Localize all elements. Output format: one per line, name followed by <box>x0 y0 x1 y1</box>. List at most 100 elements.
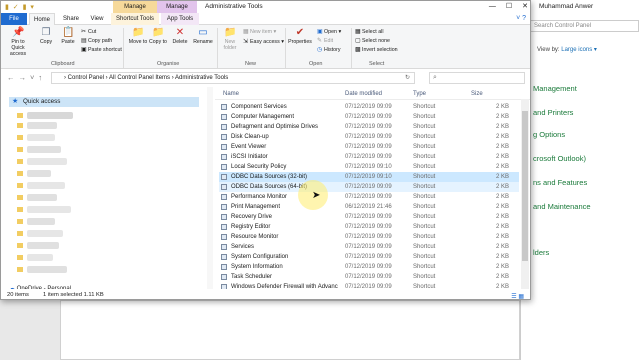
forward-icon[interactable]: → <box>19 73 31 82</box>
open-button[interactable]: ▣Open ▾ <box>317 29 341 36</box>
sidebar-item-redacted[interactable] <box>27 218 55 225</box>
select-none-button[interactable]: ▢Select none <box>355 38 390 45</box>
tab-share[interactable]: Share <box>59 13 83 25</box>
cp-link[interactable]: crosoft Outlook) <box>533 154 586 163</box>
paste-button[interactable]: 📋 Paste <box>57 27 79 46</box>
table-row[interactable]: Registry Editor 07/12/2019 09:09 Shortcut 2… <box>219 222 519 232</box>
quick-access-toolbar-icons[interactable]: ▮ ✓ ▮ ▾ <box>5 3 35 11</box>
view-toggle-icons[interactable]: ☰ ▦ <box>511 291 524 299</box>
table-row[interactable]: Recovery Drive 07/12/2019 09:09 Shortcut 2 … <box>219 212 519 222</box>
tab-app-tools[interactable]: App Tools <box>161 13 199 25</box>
search-input[interactable]: ⌕ <box>429 72 525 84</box>
shortcut-file-icon <box>221 184 227 190</box>
tab-file[interactable]: File <box>1 13 27 25</box>
sidebar-item-redacted[interactable] <box>27 146 61 153</box>
table-row[interactable]: Local Security Policy 07/12/2019 09:10 Sho… <box>219 162 519 172</box>
new-item-button[interactable]: ▦New item ▾ <box>243 29 276 36</box>
table-row[interactable]: Resource Monitor 07/12/2019 09:09 Shortcut… <box>219 232 519 242</box>
copy-to-button[interactable]: 📁 Copy to <box>147 27 169 46</box>
table-row[interactable]: iSCSI Initiator 07/12/2019 09:09 Shortcut 2… <box>219 152 519 162</box>
table-row[interactable]: ODBC Data Sources (64-bit) 07/12/2019 09:… <box>219 182 519 192</box>
table-row[interactable]: System Configuration 07/12/2019 09:09 Shor… <box>219 252 519 262</box>
sidebar-item-redacted[interactable] <box>27 112 73 119</box>
pin-quick-access-button[interactable]: 📌 Pin to Quick access <box>5 27 31 57</box>
view-by-value[interactable]: Large icons ▾ <box>561 47 597 53</box>
sidebar-item-redacted[interactable] <box>27 158 67 165</box>
shortcut-file-icon <box>221 154 227 160</box>
easy-access-button[interactable]: ⇲ Easy access ▾ <box>243 39 284 46</box>
cp-link[interactable]: and Printers <box>533 108 573 117</box>
sidebar-item-redacted[interactable] <box>27 170 51 177</box>
column-date-modified[interactable]: Date modified <box>345 91 382 97</box>
tab-view[interactable]: View <box>87 13 107 25</box>
cp-link[interactable]: and Maintenance <box>533 202 591 211</box>
table-row[interactable]: Defragment and Optimise Drives 07/12/2019… <box>219 122 519 132</box>
copy-button[interactable]: ❐ Copy <box>35 27 57 46</box>
file-list-scrollbar[interactable] <box>521 99 529 289</box>
sidebar-item-redacted[interactable] <box>27 134 55 141</box>
cp-link[interactable]: g Options <box>533 130 565 139</box>
cut-button[interactable]: ✂ Cut <box>81 29 96 36</box>
column-name[interactable]: Name <box>223 91 239 97</box>
cell-date: 07/12/2019 09:09 <box>345 254 392 260</box>
edit-button[interactable]: ✎ Edit <box>317 38 333 45</box>
table-row[interactable]: Print Management 06/12/2019 21:46 Shortcut… <box>219 202 519 212</box>
maximize-button[interactable]: ☐ <box>506 1 512 13</box>
control-panel-search-input[interactable]: Search Control Panel <box>529 20 639 32</box>
nav-pane-scrollbar[interactable] <box>207 87 213 289</box>
sidebar-item-redacted[interactable] <box>27 194 57 201</box>
invert-selection-button[interactable]: ▩Invert selection <box>355 47 398 54</box>
address-bar[interactable]: › Control Panel › All Control Panel Item… <box>51 72 415 84</box>
cell-size: 2 KB <box>495 244 509 250</box>
properties-button[interactable]: ✔ Properties <box>287 27 313 46</box>
history-button[interactable]: ◷ History <box>317 47 340 54</box>
new-folder-button[interactable]: 📁 New folder <box>219 27 241 52</box>
column-size[interactable]: Size <box>471 91 483 97</box>
rename-button[interactable]: ▭ Rename <box>191 27 215 46</box>
sidebar-item-redacted[interactable] <box>27 230 63 237</box>
column-type[interactable]: Type <box>413 91 426 97</box>
copy-path-button[interactable]: ▤Copy path <box>81 38 112 45</box>
sidebar-item-redacted[interactable] <box>27 182 65 189</box>
control-panel-titlebar: Muhammad Anwer <box>521 0 640 18</box>
delete-label: Delete <box>172 39 188 45</box>
navigation-arrows[interactable]: ←→˅↑ <box>7 73 46 82</box>
sidebar-item-redacted[interactable] <box>27 206 71 213</box>
sidebar-item-quick-access[interactable]: ★ Quick access <box>9 97 199 107</box>
up-icon[interactable]: ↑ <box>38 73 46 82</box>
tab-shortcut-tools[interactable]: Shortcut Tools <box>111 13 159 25</box>
cp-link[interactable]: ns and Features <box>533 178 587 187</box>
close-button[interactable]: ✕ <box>522 1 528 13</box>
back-icon[interactable]: ← <box>7 73 19 82</box>
sidebar-item-redacted[interactable] <box>27 266 67 273</box>
cp-link[interactable]: lders <box>533 248 549 257</box>
sidebar-item-redacted[interactable] <box>27 122 57 129</box>
view-by[interactable]: View by: Large icons ▾ <box>537 46 597 53</box>
tab-home[interactable]: Home <box>29 13 55 25</box>
select-all-button[interactable]: ▦Select all <box>355 29 384 36</box>
sidebar-item-redacted[interactable] <box>27 242 59 249</box>
delete-button[interactable]: ✕ Delete <box>169 27 191 46</box>
breadcrumb[interactable]: › Control Panel › All Control Panel Item… <box>64 75 228 81</box>
table-row[interactable]: ODBC Data Sources (32-bit) 07/12/2019 09:… <box>219 172 519 182</box>
table-row[interactable]: System Information 07/12/2019 09:09 Shortc… <box>219 262 519 272</box>
help-icon[interactable]: ˅ ? <box>516 15 526 22</box>
table-row[interactable]: Computer Management 07/12/2019 09:09 Short… <box>219 112 519 122</box>
cell-size: 2 KB <box>495 114 509 120</box>
sidebar-item-redacted[interactable] <box>27 254 53 261</box>
cp-link[interactable]: Management <box>533 84 577 93</box>
table-row[interactable]: Disk Clean-up 07/12/2019 09:09 Shortcut 2 K… <box>219 132 519 142</box>
table-row[interactable]: Services 07/12/2019 09:09 Shortcut 2 KB <box>219 242 519 252</box>
table-row[interactable]: Performance Monitor 07/12/2019 09:09 Short… <box>219 192 519 202</box>
cell-date: 07/12/2019 09:09 <box>345 224 392 230</box>
refresh-icon[interactable]: ↻ <box>405 74 410 81</box>
paste-shortcut-button[interactable]: ▣Paste shortcut <box>81 47 122 54</box>
table-row[interactable]: Task Scheduler 07/12/2019 09:09 Shortcut 2 … <box>219 272 519 282</box>
manage-app-context-tab[interactable]: Manage <box>157 1 197 13</box>
scrollbar-thumb[interactable] <box>522 111 528 261</box>
table-row[interactable]: Event Viewer 07/12/2019 09:09 Shortcut 2 KB <box>219 142 519 152</box>
table-row[interactable]: Component Services 07/12/2019 09:09 Shortc… <box>219 102 519 112</box>
manage-shortcut-context-tab[interactable]: Manage <box>113 1 157 13</box>
minimize-button[interactable]: — <box>489 1 496 13</box>
move-to-button[interactable]: 📁 Move to <box>127 27 149 46</box>
